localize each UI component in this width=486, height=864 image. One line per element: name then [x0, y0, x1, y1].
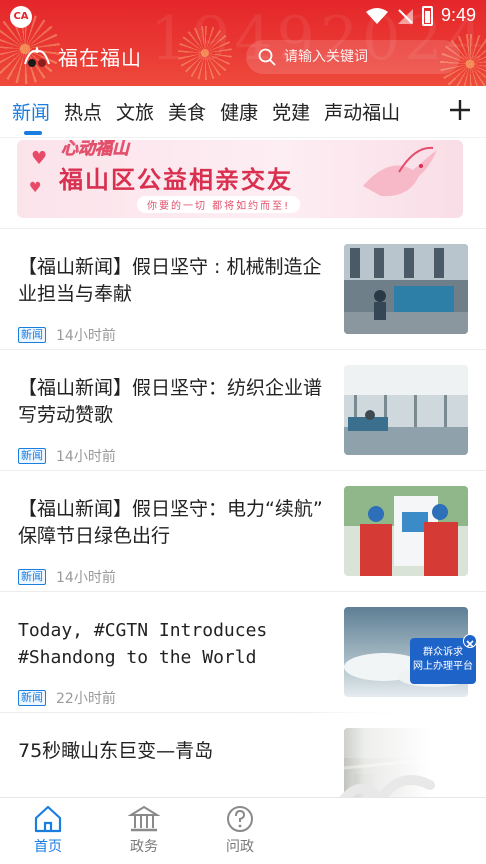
status-bar: CA 9:49	[0, 0, 486, 32]
signal-off-icon	[397, 8, 413, 24]
tab-culture-tourism[interactable]: 文旅	[116, 98, 154, 125]
news-category-badge: 新闻	[18, 569, 46, 585]
firework-decoration	[178, 26, 232, 80]
app-logo-icon	[24, 45, 50, 67]
news-meta: 新闻 14小时前	[18, 325, 116, 345]
news-title: 【福山新闻】假日坚守 : 机械制造企业担当与奉献	[18, 256, 322, 305]
news-title: Today, #CGTN Introduces #Shandong to the…	[18, 620, 268, 668]
crane-bird-illustration	[363, 146, 437, 197]
promo-banner[interactable]: ♥ ♥ 心动福山 福山区公益相亲交友 你要的一切 都将如约而至!	[17, 140, 463, 218]
app-name: 福在福山	[58, 46, 142, 70]
government-building-icon	[128, 805, 160, 832]
nav-government[interactable]: 政务	[96, 798, 192, 864]
tab-party-building[interactable]: 党建	[272, 98, 310, 125]
question-icon	[227, 806, 253, 832]
tab-list: 新闻 热点 文旅 美食 健康 党建 声动福山	[12, 98, 442, 125]
news-time: 14小时前	[56, 570, 116, 586]
plus-icon	[450, 100, 470, 120]
search-bar[interactable]	[246, 40, 460, 74]
heart-icon: ♥	[31, 148, 48, 169]
battery-icon	[421, 5, 433, 26]
news-item[interactable]: 【福山新闻】假日坚守：纺织企业谱写劳动赞歌 新闻 14小时前	[0, 349, 486, 470]
news-title: 【福山新闻】假日坚守：电力“续航” 保障节日绿色出行	[18, 498, 323, 547]
news-title: 75秒瞰山东巨变—青岛	[18, 740, 214, 762]
wifi-icon	[365, 7, 388, 24]
add-tab-button[interactable]	[444, 94, 476, 126]
banner-subtitle: 心动福山	[61, 140, 130, 159]
search-input[interactable]	[284, 49, 454, 65]
status-icons: 9:49	[365, 5, 476, 26]
news-category-badge: 新闻	[18, 448, 46, 464]
nav-label: 问政	[226, 839, 254, 855]
close-icon	[466, 640, 474, 648]
heart-icon: ♥	[29, 180, 42, 196]
news-meta: 新闻 14小时前	[18, 567, 116, 587]
category-tabs: 新闻 热点 文旅 美食 健康 党建 声动福山	[0, 86, 486, 138]
news-thumbnail-textile	[344, 365, 468, 455]
news-title: 【福山新闻】假日坚守：纺织企业谱写劳动赞歌	[18, 377, 323, 426]
news-thumbnail-factory	[344, 244, 468, 334]
status-app-icon: CA	[10, 6, 32, 28]
news-time: 14小时前	[56, 449, 116, 465]
nav-label: 首页	[34, 839, 62, 855]
nav-label: 政务	[130, 839, 158, 855]
tab-health[interactable]: 健康	[220, 98, 258, 125]
news-item[interactable]: 【福山新闻】假日坚守：电力“续航” 保障节日绿色出行 新闻 14小时前	[0, 470, 486, 591]
news-thumbnail-power-workers	[344, 486, 468, 576]
status-time: 9:49	[440, 5, 476, 25]
tab-news[interactable]: 新闻	[12, 98, 50, 125]
close-badge-button[interactable]	[463, 634, 477, 648]
bottom-navigation: 首页 政务 问政	[0, 797, 486, 864]
home-icon	[34, 805, 62, 833]
search-icon	[258, 48, 276, 66]
active-tab-indicator	[24, 131, 42, 135]
tab-fade	[414, 86, 444, 137]
banner-slogan: 你要的一切 都将如约而至!	[137, 196, 301, 213]
app-header: 1949 2024 CA 9:49 福在福山	[0, 0, 486, 86]
tab-food[interactable]: 美食	[168, 98, 206, 125]
tab-hot[interactable]: 热点	[64, 98, 102, 125]
news-meta: 新闻 14小时前	[18, 446, 116, 466]
banner-title: 福山区公益相亲交友	[59, 166, 293, 194]
app-brand: 福在福山	[22, 42, 142, 71]
nav-inquiry[interactable]: 问政	[192, 798, 288, 864]
news-category-badge: 新闻	[18, 690, 46, 706]
news-time: 14小时前	[56, 328, 116, 344]
news-category-badge: 新闻	[18, 327, 46, 343]
tab-voice-fushan[interactable]: 声动福山	[324, 98, 400, 125]
news-meta: 新闻 22小时前	[18, 688, 116, 708]
news-item[interactable]: 【福山新闻】假日坚守 : 机械制造企业担当与奉献 新闻 14小时前	[0, 228, 486, 349]
news-time: 22小时前	[56, 691, 116, 707]
nav-home[interactable]: 首页	[0, 798, 96, 864]
